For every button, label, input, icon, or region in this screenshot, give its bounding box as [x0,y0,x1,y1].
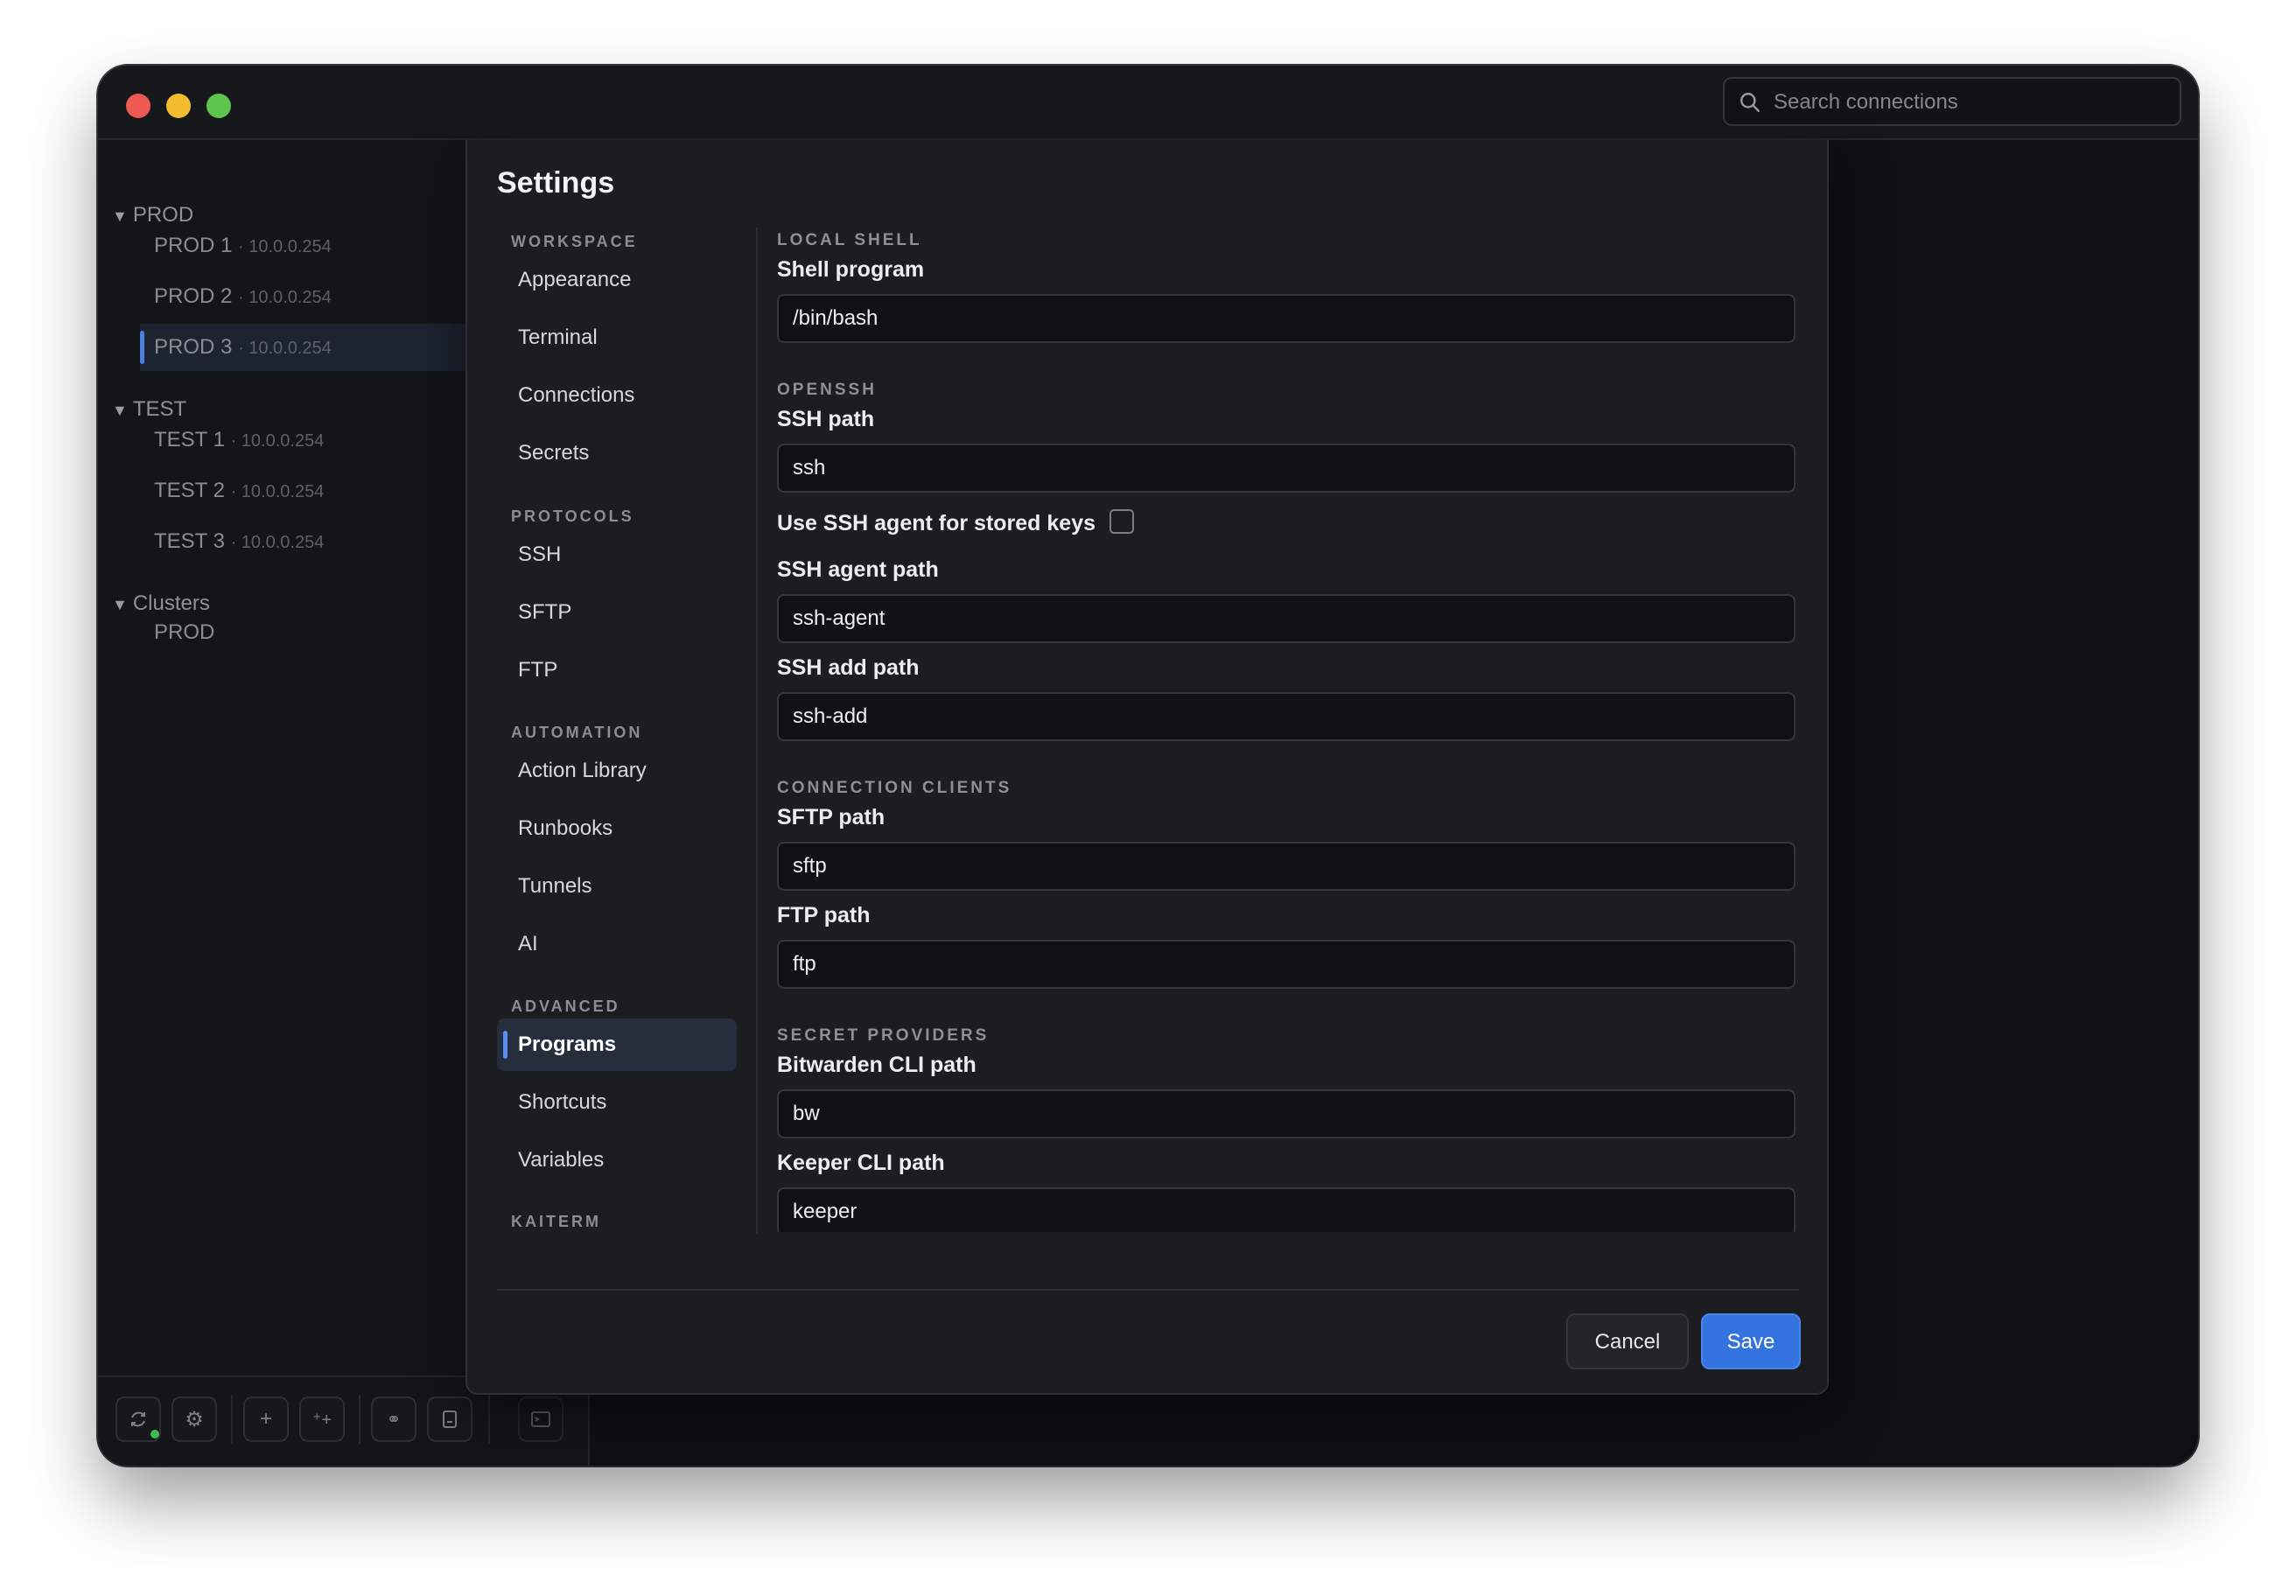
ssh-agent-toggle-label: Use SSH agent for stored keys [777,511,1096,536]
nav-item-ftp[interactable]: FTP [497,644,737,696]
connection-name: PROD [154,620,215,644]
sftp-path-label: SFTP path [777,805,886,830]
title-bar [98,66,2198,140]
bitwarden-cli-label: Bitwarden CLI path [777,1053,976,1077]
bookmark-button[interactable] [427,1396,472,1442]
connection-name: PROD 1 [154,234,233,257]
dialog-title: Settings [497,166,615,200]
ftp-path-label: FTP path [777,903,871,928]
connection-ip: · 10.0.0.254 [238,288,332,307]
save-button[interactable]: Save [1701,1313,1801,1369]
nav-item-shortcuts[interactable]: Shortcuts [497,1076,737,1129]
tree-item-cluster-prod[interactable]: PROD [140,609,466,656]
connection-name: TEST 3 [154,529,225,553]
sftp-path-input[interactable] [777,842,1796,891]
bitwarden-cli-input[interactable] [777,1089,1796,1138]
shell-program-label: Shell program [777,257,925,282]
toolbar-divider [359,1395,360,1444]
app-window: ▼ PROD PROD 1 · 10.0.0.254 PROD 2 · 10.0.… [98,66,2198,1466]
ssh-agent-path-input[interactable] [777,594,1796,643]
footer-divider [497,1289,1799,1291]
tree-item-test-2[interactable]: TEST 2 · 10.0.0.254 [140,467,466,514]
settings-dialog: Settings WORKSPACE Appearance Terminal C… [466,140,1829,1395]
nav-item-connections[interactable]: Connections [497,369,737,422]
ssh-add-path-label: SSH add path [777,655,920,680]
keeper-cli-label: Keeper CLI path [777,1151,945,1175]
connection-name: TEST 2 [154,479,225,502]
connection-ip: · 10.0.0.254 [238,339,332,358]
section-secret-providers: SECRET PROVIDERS [777,1026,990,1045]
ftp-path-input[interactable] [777,940,1796,989]
cancel-button[interactable]: Cancel [1566,1313,1689,1369]
nav-section-protocols: PROTOCOLS [511,508,634,525]
ssh-agent-path-label: SSH agent path [777,557,939,582]
sync-button[interactable] [116,1396,161,1442]
caret-down-icon: ▼ [112,207,128,225]
add-with-ai-button[interactable]: ⁺+ [299,1396,345,1442]
section-connection-clients: CONNECTION CLIENTS [777,779,1012,797]
nav-item-secrets[interactable]: Secrets [497,427,737,480]
nav-item-appearance[interactable]: Appearance [497,254,737,306]
tree-item-test-1[interactable]: TEST 1 · 10.0.0.254 [140,416,466,464]
gear-icon: ⚙ [185,1407,204,1432]
connection-ip: · 10.0.0.254 [230,431,325,451]
minimize-window-button[interactable] [166,94,191,118]
add-sparkle-icon: ⁺+ [312,1410,332,1430]
nav-section-kaiterm: KAITERM [511,1213,601,1230]
ssh-path-label: SSH path [777,407,875,431]
connection-ip: · 10.0.0.254 [230,482,325,501]
ssh-path-input[interactable] [777,444,1796,493]
sync-icon [131,1411,145,1427]
connection-name: PROD 3 [154,335,233,359]
tree-item-prod-3[interactable]: PROD 3 · 10.0.0.254 [140,324,466,371]
search-input[interactable] [1772,79,2160,126]
close-window-button[interactable] [126,94,150,118]
connections-sidebar: ▼ PROD PROD 1 · 10.0.0.254 PROD 2 · 10.0.… [98,140,466,1376]
maximize-window-button[interactable] [206,94,231,118]
nav-section-advanced: ADVANCED [511,998,620,1015]
ssh-add-path-input[interactable] [777,692,1796,741]
tree-item-prod-1[interactable]: PROD 1 · 10.0.0.254 [140,222,466,270]
nav-item-programs[interactable]: Programs [497,1018,737,1071]
toolbar-divider [488,1395,490,1444]
nav-item-sftp[interactable]: SFTP [497,586,737,639]
nav-item-tunnels[interactable]: Tunnels [497,860,737,913]
nav-item-runbooks[interactable]: Runbooks [497,802,737,855]
connection-name: PROD 2 [154,284,233,308]
terminal-icon [531,1411,550,1427]
link-button[interactable]: ⚭ [371,1396,416,1442]
search-box[interactable] [1723,77,2181,126]
caret-down-icon: ▼ [112,596,128,613]
nav-item-terminal[interactable]: Terminal [497,312,737,364]
tree-item-test-3[interactable]: TEST 3 · 10.0.0.254 [140,518,466,565]
status-dot [150,1430,159,1438]
nav-section-workspace: WORKSPACE [511,233,638,250]
caret-down-icon: ▼ [112,402,128,419]
connection-ip: · 10.0.0.254 [238,237,332,256]
nav-section-automation: AUTOMATION [511,724,643,741]
keeper-cli-input[interactable] [777,1187,1796,1232]
nav-item-ssh[interactable]: SSH [497,528,737,581]
bookmark-icon [443,1410,457,1428]
plus-icon: + [259,1407,272,1431]
section-openssh: OPENSSH [777,381,877,399]
terminal-button[interactable] [518,1396,564,1442]
connection-ip: · 10.0.0.254 [230,533,325,552]
search-icon [1740,93,1760,112]
shell-program-input[interactable] [777,294,1796,343]
connection-name: TEST 1 [154,428,225,452]
tree-item-prod-2[interactable]: PROD 2 · 10.0.0.254 [140,273,466,320]
toolbar-divider [231,1395,233,1444]
add-connection-button[interactable]: + [243,1396,289,1442]
nav-item-action-library[interactable]: Action Library [497,745,737,797]
nav-item-ai[interactable]: AI [497,918,737,970]
settings-button[interactable]: ⚙ [172,1396,217,1442]
link-icon: ⚭ [386,1410,402,1430]
nav-divider [756,228,758,1234]
section-local-shell: LOCAL SHELL [777,231,922,249]
nav-item-variables[interactable]: Variables [497,1134,737,1186]
programs-settings-panel[interactable]: LOCAL SHELL Shell program OPENSSH SSH pa… [777,228,1810,1232]
ssh-agent-checkbox[interactable] [1110,509,1134,534]
